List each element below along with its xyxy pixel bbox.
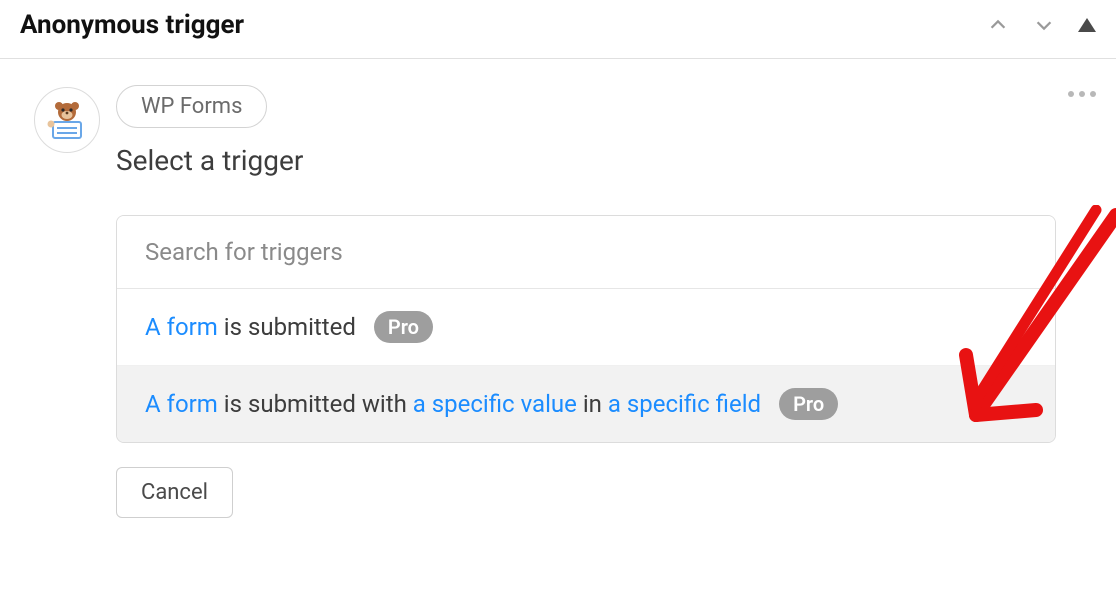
pro-badge: Pro — [374, 311, 433, 343]
integration-avatar — [34, 87, 100, 153]
header-controls — [986, 13, 1096, 37]
trigger-option-1[interactable]: A form is submitted with a specific valu… — [117, 365, 1055, 442]
trigger-option-text: A form is submitted with a specific valu… — [145, 390, 761, 418]
panel-header: Anonymous trigger — [0, 0, 1116, 59]
main-column: WP Forms Select a trigger Search for tri… — [116, 85, 1096, 518]
search-input[interactable]: Search for triggers — [117, 216, 1055, 289]
panel-body: WP Forms Select a trigger Search for tri… — [0, 59, 1116, 518]
section-heading: Select a trigger — [116, 144, 1096, 177]
integration-tag[interactable]: WP Forms — [116, 85, 267, 128]
avatar-column — [34, 85, 116, 518]
chevron-up-icon[interactable] — [986, 13, 1010, 37]
pro-badge: Pro — [779, 388, 838, 420]
cancel-button[interactable]: Cancel — [116, 467, 233, 518]
trigger-option-text: A form is submitted — [145, 313, 356, 341]
chevron-down-icon[interactable] — [1032, 13, 1056, 37]
page-title: Anonymous trigger — [20, 10, 244, 40]
trigger-dropdown: Search for triggers A form is submitted P… — [116, 215, 1056, 443]
collapse-triangle-icon[interactable] — [1078, 18, 1096, 32]
trigger-option-0[interactable]: A form is submitted Pro — [117, 289, 1055, 365]
more-options-icon[interactable] — [1068, 85, 1096, 97]
